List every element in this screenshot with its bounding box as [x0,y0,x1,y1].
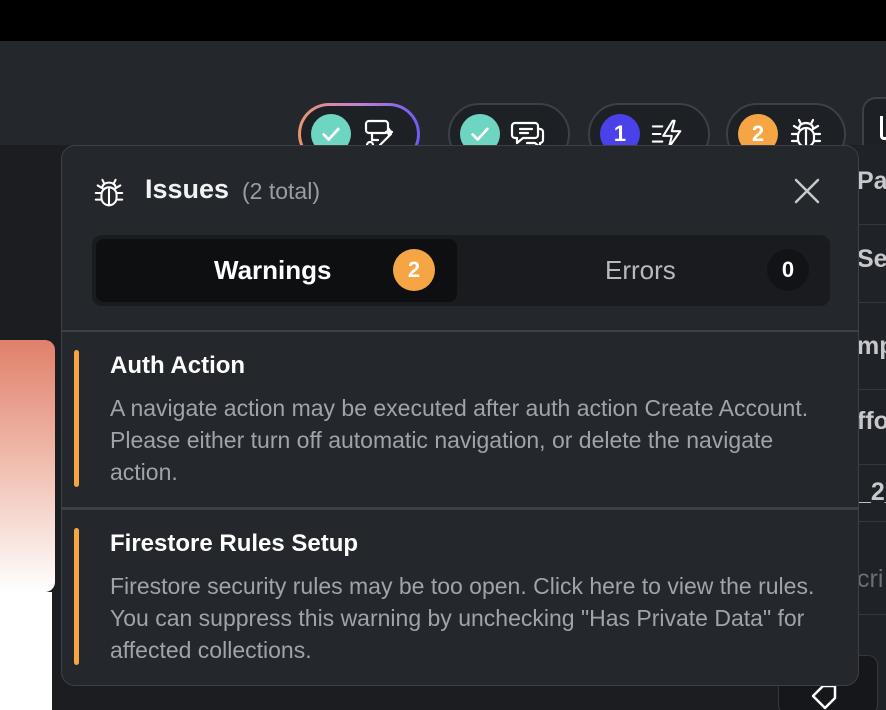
properties-cell[interactable]: cri [855,565,886,615]
app-window: 1 2 P Se m ffo _2 cri Issues (2 total) W… [0,0,886,710]
issue-description: A navigate action may be executed after … [110,395,809,485]
issues-tabs: Warnings 2 Errors 0 [92,235,830,306]
title-bar [0,0,886,41]
properties-cell[interactable]: _2_ [855,478,886,522]
properties-column: Par Se mp ffo _2_ cri [855,145,886,710]
tab-errors[interactable]: Errors 0 [457,239,826,302]
errors-count-badge: 0 [767,249,809,291]
issue-title: Auth Action [110,352,246,379]
tab-errors-label: Errors [605,255,676,285]
close-icon [794,178,820,204]
tab-warnings-label: Warnings [214,255,332,285]
top-toolbar: 1 2 [0,41,886,165]
canvas-preview-card [0,340,55,592]
tab-warnings[interactable]: Warnings 2 [96,239,457,302]
warnings-count-badge: 2 [393,249,435,291]
properties-cell: ffo [855,407,886,465]
properties-cell: Par [855,167,886,225]
issue-item-firestore-rules[interactable]: Firestore Rules Setup Firestore security… [62,510,858,685]
warning-indicator [74,350,79,487]
properties-cell: Se [855,245,886,303]
properties-cell: mp [855,332,886,390]
issues-panel-header: Issues (2 total) Warnings 2 Errors 0 [62,146,858,332]
issue-description: Firestore security rules may be too open… [110,573,815,663]
issue-title: Firestore Rules Setup [110,530,359,557]
issues-panel: Issues (2 total) Warnings 2 Errors 0 Aut… [61,145,859,686]
panel-total-count: (2 total) [242,178,320,204]
close-button[interactable] [792,176,822,206]
partial-icon [880,116,886,140]
issue-item-auth-action[interactable]: Auth Action A navigate action may be exe… [62,332,858,507]
panel-title: Issues [145,174,230,204]
canvas-white-area [0,592,52,710]
warning-indicator [74,528,79,665]
bug-icon [92,176,126,215]
tag-icon [811,684,837,710]
